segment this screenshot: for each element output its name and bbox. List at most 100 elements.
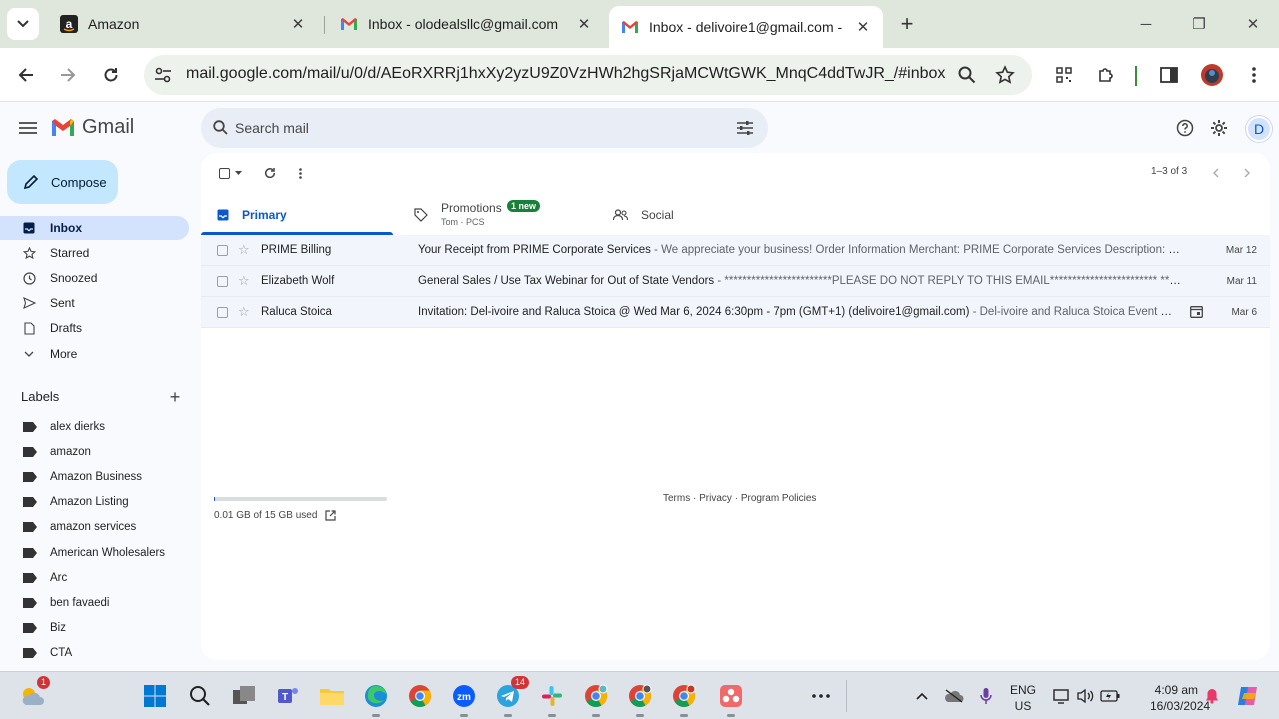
microphone-button[interactable]	[971, 681, 1001, 711]
email-row[interactable]: ☆ Elizabeth Wolf General Sales / Use Tax…	[201, 266, 1270, 297]
taskbar-teams[interactable]: T	[273, 681, 303, 711]
email-row[interactable]: ☆ PRIME Billing Your Receipt from PRIME …	[201, 235, 1270, 266]
profile-button[interactable]	[1196, 59, 1228, 91]
star-icon[interactable]: ☆	[238, 242, 250, 258]
bookmark-star-icon[interactable]	[995, 65, 1015, 90]
search-bar[interactable]	[201, 108, 768, 148]
side-panel-button[interactable]	[1153, 59, 1185, 91]
close-icon[interactable]: ✕	[853, 17, 873, 37]
battery-button[interactable]	[1095, 681, 1125, 711]
label-item[interactable]: Amazon Listing	[0, 492, 129, 512]
system-clock[interactable]: 4:09 am 16/03/2024	[1150, 682, 1210, 714]
input-language-indicator[interactable]: ENG US	[1010, 682, 1036, 714]
star-icon[interactable]: ☆	[238, 273, 250, 289]
zoom-icon[interactable]	[958, 66, 976, 89]
nav-snoozed[interactable]: Snoozed	[0, 266, 189, 290]
forward-button[interactable]	[52, 59, 84, 91]
taskbar-edge[interactable]	[361, 681, 391, 717]
taskbar-zoom[interactable]: zm	[449, 681, 479, 717]
privacy-link[interactable]: Privacy	[699, 493, 732, 504]
extensions-button[interactable]	[1090, 59, 1122, 91]
back-button[interactable]	[10, 59, 42, 91]
more-actions-button[interactable]	[290, 163, 310, 183]
taskbar-slack[interactable]	[537, 681, 567, 717]
onedrive-button[interactable]	[939, 681, 969, 711]
label-item[interactable]: Biz	[0, 618, 66, 638]
newer-button[interactable]	[1206, 163, 1226, 183]
address-bar[interactable]: mail.google.com/mail/u/0/d/AEoRXRRj1hxXy…	[144, 55, 1032, 95]
tab-subtext: Tom · PCS	[441, 217, 485, 227]
star-icon[interactable]: ☆	[238, 304, 250, 320]
terms-link[interactable]: Terms	[663, 493, 690, 504]
task-view-button[interactable]	[229, 681, 259, 711]
label-item[interactable]: amazon services	[0, 517, 136, 537]
tab-search-button[interactable]	[7, 8, 39, 40]
label-item[interactable]: ben favaedi	[0, 593, 109, 613]
running-indicator	[592, 714, 600, 717]
create-label-button[interactable]: +	[166, 387, 184, 407]
taskbar-file-explorer[interactable]	[317, 681, 347, 711]
close-window-button[interactable]: ✕	[1240, 12, 1266, 36]
tab-promotions[interactable]: Promotions 1 new Tom · PCS	[401, 197, 593, 235]
taskbar-chrome[interactable]	[405, 681, 435, 711]
nav-drafts[interactable]: Drafts	[0, 316, 189, 340]
qr-extension-button[interactable]	[1048, 59, 1080, 91]
taskbar-chrome-profile-2[interactable]	[625, 681, 655, 717]
browser-menu-button[interactable]	[1238, 59, 1270, 91]
refresh-button[interactable]	[260, 163, 280, 183]
select-all-checkbox[interactable]	[216, 163, 244, 183]
browser-tab-inbox-delivoire[interactable]: Inbox - delivoire1@gmail.com - ✕	[609, 6, 883, 48]
settings-button[interactable]	[1207, 116, 1231, 140]
browser-tab-amazon[interactable]: a Amazon ✕	[48, 6, 318, 42]
reload-button[interactable]	[95, 59, 127, 91]
search-icon[interactable]	[213, 120, 228, 140]
search-input[interactable]	[235, 118, 715, 138]
amazon-icon: a	[60, 15, 78, 33]
support-button[interactable]	[1173, 116, 1197, 140]
new-tab-button[interactable]: +	[893, 10, 921, 38]
nav-starred[interactable]: Starred	[0, 241, 189, 265]
taskbar-chrome-profile-1[interactable]	[581, 681, 611, 717]
show-hidden-icons-button[interactable]	[907, 681, 937, 711]
gmail-logo[interactable]: Gmail	[50, 116, 134, 139]
program-policies-link[interactable]: Program Policies	[741, 493, 817, 504]
label-item[interactable]: amazon	[0, 442, 91, 462]
email-row[interactable]: ☆ Raluca Stoica Invitation: Del-ivoire a…	[201, 297, 1270, 328]
compose-label: Compose	[51, 174, 107, 190]
browser-tab-inbox-olodeals[interactable]: Inbox - olodealsllc@gmail.com ✕	[328, 6, 604, 42]
nav-inbox[interactable]: Inbox	[0, 216, 189, 240]
taskbar-overflow-button[interactable]	[806, 681, 836, 711]
weather-widget[interactable]: 1	[18, 676, 50, 711]
site-settings-icon[interactable]	[154, 66, 172, 89]
start-button[interactable]	[140, 681, 170, 711]
compose-button[interactable]: Compose	[7, 160, 118, 204]
label-item[interactable]: alex dierks	[0, 417, 105, 437]
close-icon[interactable]: ✕	[288, 14, 308, 34]
restore-button[interactable]: ❐	[1186, 12, 1212, 36]
tab-social[interactable]: Social	[601, 197, 793, 235]
copilot-button[interactable]	[1233, 681, 1263, 711]
main-menu-button[interactable]	[14, 114, 42, 142]
taskbar-telegram[interactable]: 14	[493, 676, 529, 717]
older-button[interactable]	[1237, 163, 1257, 183]
search-options-icon[interactable]	[737, 121, 753, 140]
row-checkbox[interactable]	[217, 245, 228, 256]
nav-sent[interactable]: Sent	[0, 291, 189, 315]
label-item[interactable]: Amazon Business	[0, 467, 142, 487]
taskbar-chrome-profile-3[interactable]	[669, 681, 699, 717]
minimize-button[interactable]: ─	[1133, 12, 1159, 36]
account-avatar[interactable]: D	[1246, 116, 1272, 142]
external-link-icon[interactable]	[325, 510, 337, 521]
close-icon[interactable]: ✕	[574, 14, 594, 34]
taskbar-search-button[interactable]	[185, 681, 215, 711]
row-checkbox[interactable]	[217, 307, 228, 318]
taskbar-asana[interactable]	[716, 681, 746, 717]
label-item[interactable]: Arc	[0, 568, 67, 588]
label-item[interactable]: American Wholesalers	[0, 543, 165, 563]
label-item[interactable]: CTA	[0, 643, 72, 663]
calendar-icon[interactable]	[1190, 305, 1204, 319]
notifications-button[interactable]	[1197, 681, 1227, 711]
row-checkbox[interactable]	[217, 276, 228, 287]
nav-more[interactable]: More	[0, 342, 189, 366]
tab-primary[interactable]: Primary	[201, 197, 393, 235]
